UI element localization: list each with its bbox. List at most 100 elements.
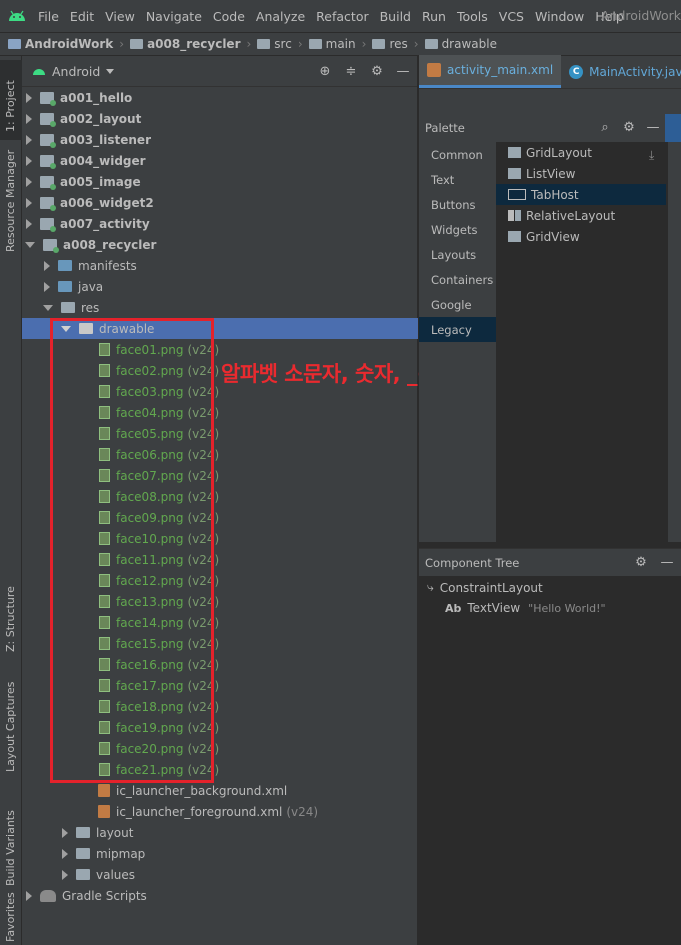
- folder-icon: [424, 39, 438, 49]
- palette-item[interactable]: GridLayout: [496, 142, 666, 163]
- tree-folder-manifests[interactable]: manifests: [22, 255, 418, 276]
- tree-module[interactable]: a004_widger: [22, 150, 418, 171]
- tree-folder-mipmap[interactable]: mipmap: [22, 843, 418, 864]
- palette-category[interactable]: Text: [419, 167, 496, 192]
- chevron-right-icon[interactable]: [62, 848, 68, 859]
- breadcrumb-main[interactable]: main ›: [308, 37, 373, 51]
- tab-build-variants[interactable]: Build Variants: [0, 796, 22, 896]
- tree-module[interactable]: a007_activity: [22, 213, 418, 234]
- palette-category[interactable]: Layouts: [419, 242, 496, 267]
- minimize-icon[interactable]: —: [645, 119, 661, 135]
- locate-icon[interactable]: ⊕: [317, 63, 333, 79]
- palette-category[interactable]: Buttons: [419, 192, 496, 217]
- gear-icon[interactable]: ⚙: [633, 554, 649, 570]
- minimize-icon[interactable]: —: [395, 63, 411, 79]
- menu-refactor[interactable]: Refactor: [316, 9, 368, 24]
- tab-project[interactable]: 1: Project: [0, 60, 22, 140]
- breadcrumb-androidwork[interactable]: AndroidWork ›: [8, 37, 130, 51]
- project-view-selector[interactable]: Android: [52, 64, 100, 79]
- tab-structure[interactable]: Z: Structure: [0, 576, 22, 656]
- chevron-right-icon[interactable]: [26, 890, 32, 901]
- tab-activity-main-xml[interactable]: activity_main.xml: [419, 55, 562, 88]
- chevron-right-icon[interactable]: [62, 869, 68, 880]
- tab-layout-captures[interactable]: Layout Captures: [0, 672, 22, 782]
- editor-toolbar: [419, 89, 681, 114]
- breadcrumb-drawable[interactable]: drawable: [424, 37, 497, 51]
- gradle-icon: [40, 889, 56, 902]
- search-icon[interactable]: ⌕: [597, 119, 613, 135]
- menu-build[interactable]: Build: [380, 9, 411, 24]
- chevron-right-icon[interactable]: [44, 260, 50, 271]
- menu-code[interactable]: Code: [213, 9, 245, 24]
- chevron-right-icon[interactable]: [26, 113, 32, 124]
- menu-tools[interactable]: Tools: [457, 9, 488, 24]
- tree-module[interactable]: a002_layout: [22, 108, 418, 129]
- chevron-right-icon[interactable]: [26, 92, 32, 103]
- tree-module[interactable]: a003_listener: [22, 129, 418, 150]
- palette-item[interactable]: ListView: [496, 163, 666, 184]
- tab-favorites[interactable]: Favorites: [0, 892, 22, 945]
- chevron-right-icon[interactable]: [26, 218, 32, 229]
- tab-resource-manager[interactable]: Resource Manager: [0, 148, 22, 268]
- menu-navigate[interactable]: Navigate: [146, 9, 202, 24]
- chevron-down-icon[interactable]: [106, 68, 115, 74]
- chevron-right-icon[interactable]: [26, 155, 32, 166]
- chevron-right-icon[interactable]: [44, 281, 50, 292]
- editor-tabs: activity_main.xml C MainActivity.java: [419, 55, 681, 89]
- module-icon: [40, 91, 56, 106]
- menu-analyze[interactable]: Analyze: [256, 9, 305, 24]
- chevron-right-icon[interactable]: [62, 827, 68, 838]
- palette-category-selected[interactable]: Legacy: [419, 317, 496, 342]
- minimize-icon[interactable]: —: [659, 554, 675, 570]
- palette-category[interactable]: Widgets: [419, 217, 496, 242]
- download-icon[interactable]: ⤓: [649, 148, 654, 163]
- palette-header: Palette ⌕ ⚙ —: [419, 114, 681, 142]
- menu-file[interactable]: File: [38, 9, 59, 24]
- chevron-down-icon[interactable]: [43, 304, 53, 311]
- breadcrumb-module[interactable]: a008_recycler ›: [130, 37, 257, 51]
- menu-window[interactable]: Window: [535, 9, 584, 24]
- menu-edit[interactable]: Edit: [70, 9, 94, 24]
- menu-vcs[interactable]: VCS: [499, 9, 524, 24]
- breadcrumb-src[interactable]: src ›: [257, 37, 308, 51]
- tree-module[interactable]: a008_recycler: [22, 234, 418, 255]
- component-tree-header: Component Tree ⚙ —: [419, 548, 681, 576]
- chevron-right-icon[interactable]: [26, 197, 32, 208]
- menu-bar: File Edit View Navigate Code Analyze Ref…: [0, 0, 681, 32]
- tree-gradle-scripts[interactable]: Gradle Scripts: [22, 885, 418, 906]
- grid-view-icon: [508, 231, 521, 242]
- tree-folder-values[interactable]: values: [22, 864, 418, 885]
- palette-category[interactable]: Common: [419, 142, 496, 167]
- collapse-all-icon[interactable]: ≑: [343, 63, 359, 79]
- menu-view[interactable]: View: [105, 9, 135, 24]
- tree-file-xml[interactable]: ic_launcher_foreground.xml (v24): [22, 801, 418, 822]
- chevron-down-icon[interactable]: [25, 241, 35, 248]
- chevron-right-icon[interactable]: [26, 176, 32, 187]
- gear-icon[interactable]: ⚙: [369, 63, 385, 79]
- annotation-highlight-box: [50, 318, 214, 783]
- component-tree-child[interactable]: Ab TextView "Hello World!": [445, 601, 606, 615]
- tab-main-activity-java[interactable]: C MainActivity.java: [561, 55, 681, 88]
- tree-folder-layout[interactable]: layout: [22, 822, 418, 843]
- tree-file-xml[interactable]: ic_launcher_background.xml: [22, 780, 418, 801]
- palette-item[interactable]: RelativeLayout: [496, 205, 666, 226]
- tree-module[interactable]: a001_hello: [22, 87, 418, 108]
- right-tool-strip: [667, 142, 681, 542]
- module-icon: [40, 112, 56, 127]
- breadcrumb-res[interactable]: res ›: [372, 37, 424, 51]
- palette-category[interactable]: Containers: [419, 267, 496, 292]
- component-tree-root[interactable]: ⤷ ConstraintLayout: [427, 580, 543, 595]
- palette-item-selected[interactable]: TabHost: [496, 184, 666, 205]
- gear-icon[interactable]: ⚙: [621, 119, 637, 135]
- palette-category[interactable]: Google: [419, 292, 496, 317]
- attributes-toggle[interactable]: [665, 114, 681, 142]
- textview-icon: Ab: [445, 601, 462, 615]
- palette-items: GridLayout ListView TabHost RelativeLayo…: [496, 142, 666, 247]
- menu-run[interactable]: Run: [422, 9, 446, 24]
- palette-item[interactable]: GridView: [496, 226, 666, 247]
- tree-module[interactable]: a005_image: [22, 171, 418, 192]
- tree-module[interactable]: a006_widget2: [22, 192, 418, 213]
- tree-folder-java[interactable]: java: [22, 276, 418, 297]
- tree-folder-res[interactable]: res: [22, 297, 418, 318]
- chevron-right-icon[interactable]: [26, 134, 32, 145]
